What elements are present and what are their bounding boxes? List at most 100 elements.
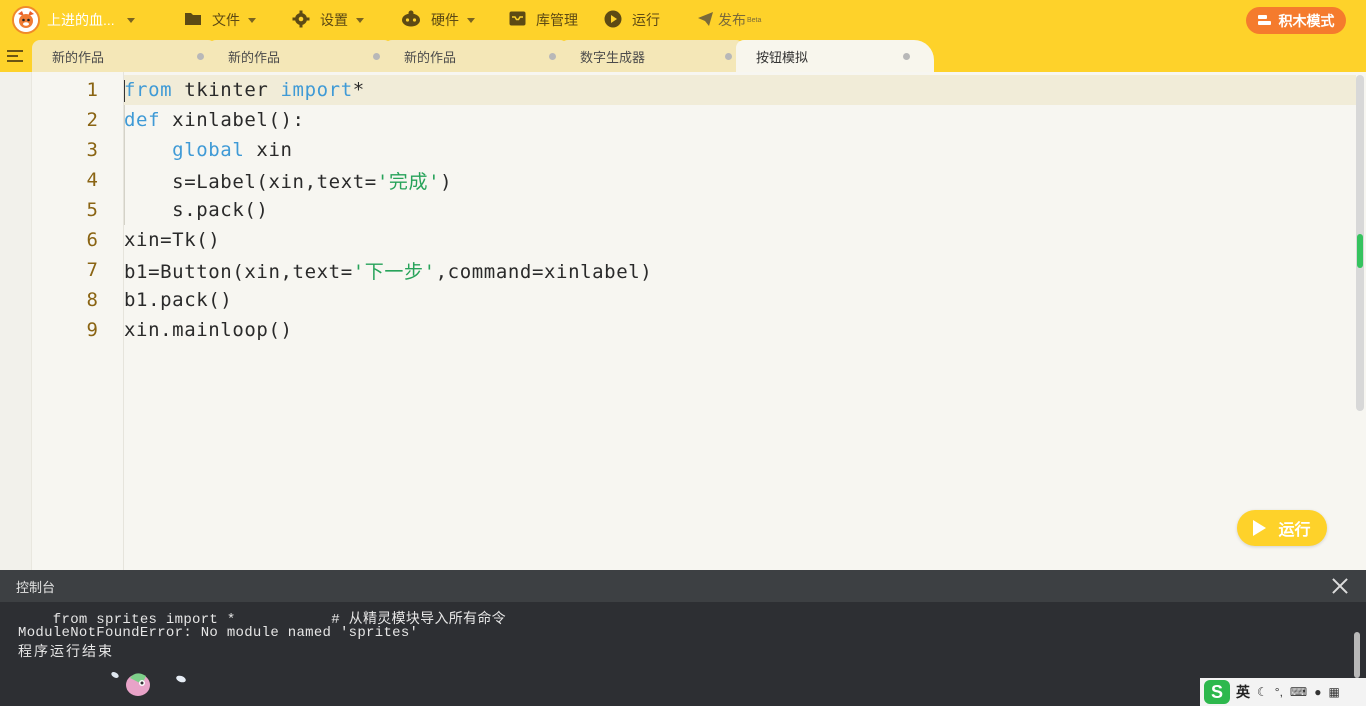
- string-token: '下一步': [352, 260, 436, 283]
- line-number: 7: [86, 259, 98, 281]
- menu-file[interactable]: 文件: [184, 0, 256, 40]
- line-number: 3: [86, 139, 98, 161]
- menu-library-label: 库管理: [536, 12, 578, 28]
- code-text: s=Label(xin,text='完成'): [124, 167, 452, 194]
- keyword-token: from: [124, 79, 173, 101]
- user-avatar[interactable]: [12, 6, 40, 34]
- console-line: 程序运行结束: [18, 645, 114, 661]
- tab-number-generator[interactable]: 数字生成器: [560, 40, 744, 72]
- code-token: ,command=xinlabel): [435, 260, 653, 283]
- top-menu-bar: 上进的血... 文件 设置 硬件 库管理 运行 发布 Beta 积木模式: [0, 0, 1366, 40]
- play-icon: [1253, 520, 1267, 536]
- code-token: xin=Tk(): [124, 229, 221, 251]
- sidebar-toggle-icon[interactable]: [7, 50, 23, 63]
- menu-publish[interactable]: 发布 Beta: [697, 0, 761, 40]
- play-circle-icon: [604, 10, 622, 31]
- folder-icon: [184, 11, 202, 29]
- code-text: from tkinter import*: [124, 79, 365, 101]
- user-icon[interactable]: ●: [1314, 685, 1321, 699]
- code-text: xin=Tk(): [124, 229, 220, 251]
- code-token: tkinter: [172, 79, 281, 101]
- tab-new-work-3[interactable]: 新的作品: [384, 40, 568, 72]
- keyword-token: def: [124, 109, 161, 131]
- tab-new-work-1[interactable]: 新的作品: [32, 40, 216, 72]
- line-number: 2: [86, 109, 98, 131]
- user-menu[interactable]: 上进的血...: [47, 0, 135, 40]
- tab-bar: 新的作品 新的作品 新的作品 数字生成器 按钮模拟: [0, 40, 1366, 72]
- run-button[interactable]: 运行: [1237, 510, 1327, 546]
- paper-plane-icon: [697, 11, 714, 30]
- line-number: 1: [86, 79, 98, 101]
- menu-file-label: 文件: [212, 12, 240, 28]
- tab-close-icon[interactable]: [725, 53, 732, 60]
- console-scrollbar[interactable]: [1354, 632, 1360, 678]
- line-number: 9: [86, 319, 98, 341]
- code-text: def xinlabel():: [124, 109, 305, 131]
- text-cursor: [124, 80, 125, 102]
- tab-label: 按钮模拟: [756, 49, 809, 65]
- sogou-logo-icon: S: [1204, 680, 1230, 704]
- fox-avatar-icon: [14, 8, 38, 32]
- chevron-down-icon: [356, 17, 364, 23]
- code-line[interactable]: 9 xin.mainloop(): [0, 315, 1300, 345]
- menu-settings-label: 设置: [320, 12, 348, 28]
- close-icon[interactable]: [1332, 578, 1348, 594]
- code-token: s=Label(xin,text=: [124, 170, 377, 193]
- code-token: b1.pack(): [124, 289, 233, 311]
- code-editor[interactable]: 1 from tkinter import* 2 def xinlabel(): 3 g…: [0, 72, 1366, 570]
- tab-close-icon[interactable]: [549, 53, 556, 60]
- tab-new-work-2[interactable]: 新的作品: [208, 40, 392, 72]
- code-line[interactable]: 1 from tkinter import*: [0, 75, 1300, 105]
- tab-button-simulation[interactable]: 按钮模拟: [736, 40, 934, 72]
- menu-hardware[interactable]: 硬件: [401, 0, 475, 40]
- console-output[interactable]: from sprites import * # 从精灵模块导入所有命令 Modu…: [0, 602, 1366, 706]
- code-line[interactable]: 8 b1.pack(): [0, 285, 1300, 315]
- ime-language-mode[interactable]: 英: [1236, 682, 1250, 702]
- menu-library[interactable]: 库管理: [509, 0, 578, 40]
- chevron-down-icon: [467, 17, 475, 23]
- chevron-down-icon: [248, 17, 256, 23]
- code-line[interactable]: 2 def xinlabel():: [0, 105, 1300, 135]
- block-mode-label: 积木模式: [1278, 12, 1335, 29]
- run-button-label: 运行: [1278, 522, 1311, 539]
- blocks-icon: [1257, 15, 1271, 26]
- user-name: 上进的血...: [47, 12, 115, 28]
- code-token: b1=Button(xin,text=: [124, 260, 353, 283]
- console-header: 控制台: [0, 570, 1366, 602]
- code-text: xin.mainloop(): [124, 319, 293, 341]
- menu-run[interactable]: 运行: [604, 0, 660, 40]
- menu-run-label: 运行: [632, 12, 660, 28]
- code-token: xin.mainloop(): [124, 319, 293, 341]
- line-number: 8: [86, 289, 98, 311]
- code-token: *: [352, 79, 365, 101]
- menu-settings[interactable]: 设置: [292, 0, 364, 40]
- scrollbar-marker: [1357, 234, 1363, 268]
- console-title: 控制台: [16, 579, 56, 595]
- keyword-token: global: [172, 139, 245, 161]
- gear-icon: [292, 10, 310, 31]
- ime-toolbar[interactable]: S 英 ☾ °, ⌨ ● ▦: [1200, 678, 1366, 706]
- keyboard-icon[interactable]: ⌨: [1290, 685, 1307, 699]
- menu-hardware-label: 硬件: [431, 12, 459, 28]
- console-line: ModuleNotFoundError: No module named 'sp…: [18, 625, 419, 641]
- chevron-down-icon: [126, 17, 135, 23]
- moon-icon[interactable]: ☾: [1257, 685, 1268, 699]
- punctuation-icon[interactable]: °,: [1275, 685, 1283, 699]
- code-text: global xin: [124, 139, 293, 161]
- tab-close-icon[interactable]: [373, 53, 380, 60]
- code-text: b1.pack(): [124, 289, 232, 311]
- code-line[interactable]: 7 b1=Button(xin,text='下一步',command=xinlab…: [0, 255, 1300, 285]
- code-line[interactable]: 6 xin=Tk(): [0, 225, 1300, 255]
- code-token: xin: [244, 139, 293, 161]
- block-mode-button[interactable]: 积木模式: [1246, 7, 1346, 34]
- tab-close-icon[interactable]: [197, 53, 204, 60]
- code-line[interactable]: 3 global xin: [0, 135, 1300, 165]
- code-line[interactable]: 5 s.pack(): [0, 195, 1300, 225]
- tab-close-icon[interactable]: [903, 53, 910, 60]
- code-text: b1=Button(xin,text='下一步',command=xinlabe…: [124, 257, 652, 284]
- menu-grid-icon[interactable]: ▦: [1328, 685, 1339, 699]
- string-token: '完成': [376, 170, 441, 193]
- code-line[interactable]: 4 s=Label(xin,text='完成'): [0, 165, 1300, 195]
- code-token: s.pack(): [124, 199, 269, 221]
